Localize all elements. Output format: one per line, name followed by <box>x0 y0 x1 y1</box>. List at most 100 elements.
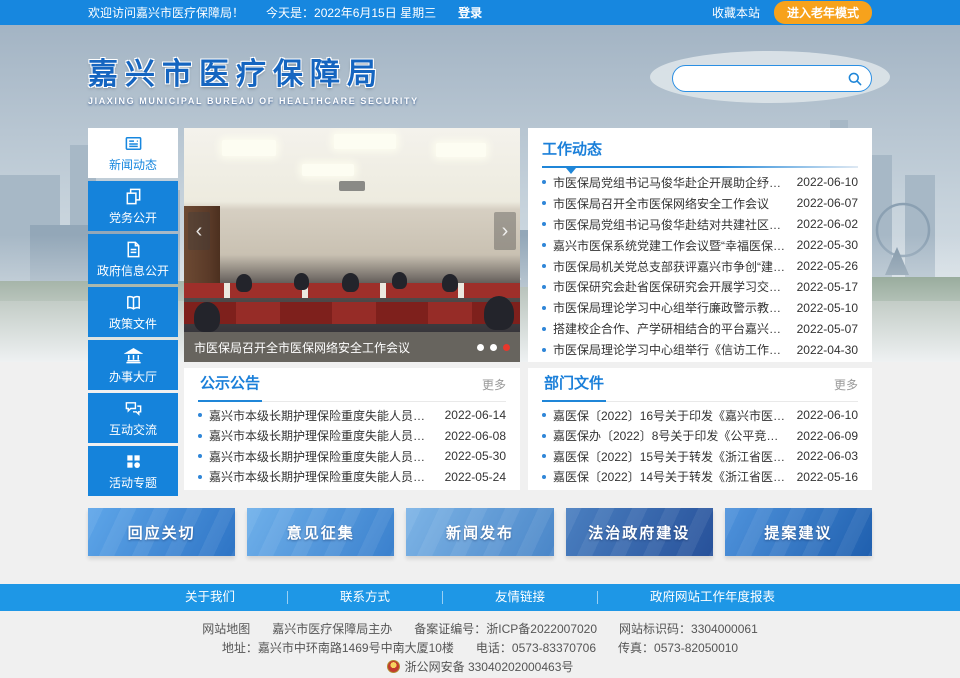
footer-text: 网站地图 <box>202 622 250 636</box>
bullet-dot-icon <box>542 243 546 247</box>
sidebar-item-service-hall[interactable]: 办事大厅 <box>88 340 178 390</box>
bullet-dot-icon <box>542 285 546 289</box>
bank-icon <box>124 346 143 365</box>
sidebar-item-label: 政府信息公开 <box>97 262 169 279</box>
news-link[interactable]: 市医保研究会赴省医保研究会开展学习交流活动 <box>553 278 787 295</box>
sidebar-item-news[interactable]: 新闻动态 <box>88 128 178 178</box>
banner-label: 回应关切 <box>128 522 196 543</box>
list-item: 嘉兴市本级长期护理保险重度失能人员名单公示（2... 2022-06-14 <box>198 405 506 426</box>
footer-nav-about[interactable]: 关于我们 <box>133 591 287 604</box>
footer-line-1: 网站地图嘉兴市医疗保障局主办备案证编号：浙ICP备2022007020网站标识码… <box>0 620 960 639</box>
elder-mode-button[interactable]: 进入老年模式 <box>774 1 872 24</box>
news-link[interactable]: 市医保局理论学习中心组举行《信访工作条例》专题... <box>553 341 787 358</box>
bullet-dot-icon <box>198 454 202 458</box>
carousel-dots <box>477 344 510 351</box>
news-link[interactable]: 市医保局机关党总支部获评嘉兴市争创“建设清廉机... <box>553 258 787 275</box>
news-date: 2022-06-10 <box>797 175 858 189</box>
sidebar-item-label: 互动交流 <box>109 421 157 438</box>
sidebar-item-policy-files[interactable]: 政策文件 <box>88 287 178 337</box>
bullet-dot-icon <box>542 413 546 417</box>
bullet-dot-icon <box>542 475 546 479</box>
files-list: 嘉医保〔2022〕16号关于印发《嘉兴市医疗保... 2022-06-10 嘉医… <box>542 405 858 487</box>
news-link[interactable]: 市医保局召开全市医保网络安全工作会议 <box>553 195 787 212</box>
files-header: 部门文件 更多 <box>542 368 858 402</box>
bullet-dot-icon <box>542 327 546 331</box>
document-icon <box>124 240 143 259</box>
list-item: 市医保研究会赴省医保研究会开展学习交流活动 2022-05-17 <box>542 276 858 297</box>
carousel-next-button[interactable]: › <box>494 212 516 250</box>
carousel-prev-button[interactable]: ‹ <box>188 212 210 250</box>
search-input[interactable] <box>685 72 847 86</box>
notice-link[interactable]: 嘉兴市本级长期护理保险重度失能人员名单公示（2... <box>209 468 435 485</box>
banner-opinion-collection[interactable]: 意见征集 <box>247 508 394 556</box>
login-link[interactable]: 登录 <box>458 4 482 21</box>
banner-label: 意见征集 <box>287 522 355 543</box>
file-link[interactable]: 嘉医保〔2022〕15号关于转发《浙江省医疗保... <box>553 448 787 465</box>
file-date: 2022-06-03 <box>797 449 858 463</box>
bullet-dot-icon <box>198 413 202 417</box>
banner-label: 提案建议 <box>764 522 832 543</box>
news-link[interactable]: 市医保局党组书记马俊华赴结对共建社区指导全国文... <box>553 216 787 233</box>
sidebar-item-topics[interactable]: 活动专题 <box>88 446 178 496</box>
sidebar-item-label: 办事大厅 <box>109 368 157 385</box>
footer-text: 网站标识码：3304000061 <box>619 622 758 636</box>
footer-line-3: 浙公网安备 33040202000463号 <box>0 658 960 677</box>
news-link[interactable]: 市医保局理论学习中心组举行廉政警示教育专题学习... <box>553 299 787 316</box>
banner-respond-concerns[interactable]: 回应关切 <box>88 508 235 556</box>
banner-news-release[interactable]: 新闻发布 <box>406 508 553 556</box>
list-item: 嘉医保〔2022〕14号关于转发《浙江省医疗保... 2022-05-16 <box>542 467 858 488</box>
file-link[interactable]: 嘉医保〔2022〕16号关于印发《嘉兴市医疗保... <box>553 407 787 424</box>
footer-nav-annual-report[interactable]: 政府网站工作年度报表 <box>597 591 827 604</box>
section-title-notice: 公示公告 <box>198 372 262 402</box>
section-title-files: 部门文件 <box>542 372 606 402</box>
list-item: 嘉医保〔2022〕15号关于转发《浙江省医疗保... 2022-06-03 <box>542 446 858 467</box>
banner-label: 法治政府建设 <box>588 522 690 543</box>
news-link[interactable]: 搭建校企合作、产学研相结合的平台嘉兴市长期护理... <box>553 320 787 337</box>
banner-proposals[interactable]: 提案建议 <box>725 508 872 556</box>
carousel-dot[interactable] <box>477 344 484 351</box>
file-date: 2022-05-16 <box>797 470 858 484</box>
security-record: 浙公网安备 33040202000463号 <box>405 660 574 674</box>
favorite-link[interactable]: 收藏本站 <box>712 4 760 21</box>
carousel-dot[interactable] <box>490 344 497 351</box>
bullet-dot-icon <box>542 306 546 310</box>
list-item: 嘉兴市本级长期护理保险重度失能人员名单公示（2... 2022-05-24 <box>198 467 506 488</box>
notice-more-link[interactable]: 更多 <box>482 376 506 401</box>
list-item: 市医保局机关党总支部获评嘉兴市争创“建设清廉机... 2022-05-26 <box>542 256 858 277</box>
footer-text: 地址：嘉兴市中环南路1469号中南大厦10楼 <box>222 641 454 655</box>
sidebar-item-gov-info[interactable]: 政府信息公开 <box>88 234 178 284</box>
notice-link[interactable]: 嘉兴市本级长期护理保险重度失能人员名单公示（2... <box>209 407 435 424</box>
carousel-caption[interactable]: 市医保局召开全市医保网络安全工作会议 <box>194 339 469 356</box>
list-item: 嘉兴市本级长期护理保险重度失能人员名单公示（2... 2022-05-30 <box>198 446 506 467</box>
list-item: 嘉兴市本级长期护理保险重度失能人员名单公示（2... 2022-06-08 <box>198 426 506 447</box>
today-date: 今天是：2022年6月15日 星期三 <box>266 4 436 21</box>
news-date: 2022-05-07 <box>797 322 858 336</box>
news-link[interactable]: 嘉兴市医保系统党建工作会议暨“幸福医保”党建联... <box>553 237 787 254</box>
bullet-dot-icon <box>542 454 546 458</box>
bullet-dot-icon <box>542 180 546 184</box>
sidebar-item-label: 党务公开 <box>109 209 157 226</box>
bullet-dot-icon <box>542 348 546 352</box>
notice-list: 嘉兴市本级长期护理保险重度失能人员名单公示（2... 2022-06-14 嘉兴… <box>198 405 506 487</box>
list-item: 嘉医保〔2022〕16号关于印发《嘉兴市医疗保... 2022-06-10 <box>542 405 858 426</box>
list-item: 市医保局党组书记马俊华赴企开展助企纾困活动 2022-06-10 <box>542 172 858 193</box>
search-button[interactable] <box>847 71 863 87</box>
notice-link[interactable]: 嘉兴市本级长期护理保险重度失能人员名单公示（2... <box>209 427 435 444</box>
files-more-link[interactable]: 更多 <box>834 376 858 401</box>
list-item: 搭建校企合作、产学研相结合的平台嘉兴市长期护理... 2022-05-07 <box>542 318 858 339</box>
banner-label: 新闻发布 <box>446 522 514 543</box>
sidebar-item-interaction[interactable]: 互动交流 <box>88 393 178 443</box>
news-carousel[interactable]: ‹ › 市医保局召开全市医保网络安全工作会议 <box>184 128 520 362</box>
police-badge-icon <box>387 660 400 673</box>
bullet-dot-icon <box>542 434 546 438</box>
footer-nav-links[interactable]: 友情链接 <box>442 591 597 604</box>
file-link[interactable]: 嘉医保〔2022〕14号关于转发《浙江省医疗保... <box>553 468 787 485</box>
file-link[interactable]: 嘉医保办〔2022〕8号关于印发《公平竞争审查... <box>553 427 787 444</box>
banner-law-government[interactable]: 法治政府建设 <box>566 508 713 556</box>
news-link[interactable]: 市医保局党组书记马俊华赴企开展助企纾困活动 <box>553 174 787 191</box>
sidebar-item-party-affairs[interactable]: 党务公开 <box>88 181 178 231</box>
carousel-dot[interactable] <box>503 344 510 351</box>
notice-link[interactable]: 嘉兴市本级长期护理保险重度失能人员名单公示（2... <box>209 448 435 465</box>
carousel-photo-meeting <box>184 128 520 332</box>
footer-nav-contact[interactable]: 联系方式 <box>287 591 442 604</box>
